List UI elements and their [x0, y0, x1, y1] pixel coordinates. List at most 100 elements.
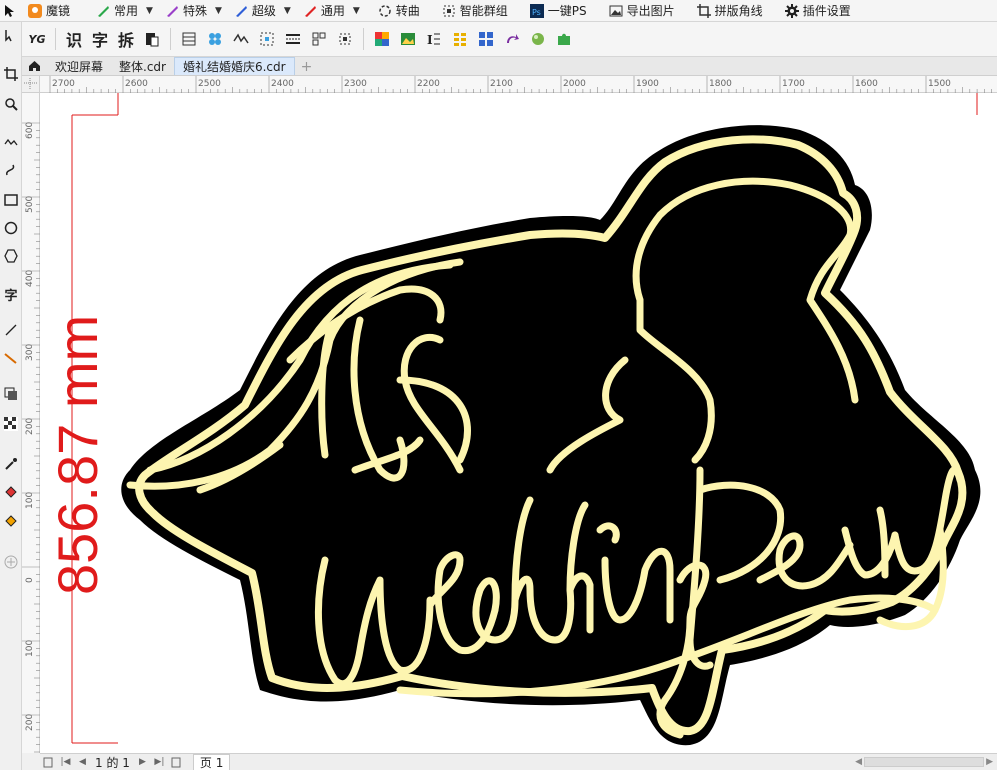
- ellipse-tool[interactable]: [0, 218, 22, 238]
- tab-label: 欢迎屏幕: [55, 59, 104, 74]
- dimension-tool[interactable]: [0, 320, 22, 340]
- shadow-icon: [4, 387, 17, 400]
- shadow-tool[interactable]: [0, 384, 22, 404]
- sphere-button[interactable]: [527, 27, 549, 51]
- table-button[interactable]: [178, 27, 200, 51]
- add-tab-button[interactable]: +: [295, 59, 319, 75]
- ruler-label: 1800: [709, 79, 732, 89]
- interactive-fill-tool[interactable]: [0, 510, 22, 530]
- fill-tool[interactable]: [0, 482, 22, 502]
- add-tool-button[interactable]: [0, 552, 22, 572]
- plugin-special[interactable]: 特殊 ▼: [159, 0, 228, 22]
- polygon-tool[interactable]: [0, 246, 22, 266]
- bounding-box-button[interactable]: [334, 27, 356, 51]
- select-arrow-button[interactable]: [0, 0, 22, 22]
- plugin-bar: 魔镜 常用 ▼ 特殊 ▼ 超级 ▼ 通用 ▼ 转曲 智能群组 Ps 一键PS 导…: [0, 0, 997, 22]
- shapes-icon: [479, 32, 493, 46]
- pattern-button[interactable]: [204, 27, 226, 51]
- plugin-label: 插件设置: [802, 4, 851, 18]
- add-page-before-button[interactable]: [42, 756, 55, 769]
- plugin-common[interactable]: 常用 ▼: [90, 0, 159, 22]
- toolbar-separator: [363, 28, 364, 50]
- last-page-button[interactable]: ▶|: [153, 756, 166, 769]
- artistic-media-tool[interactable]: [0, 160, 22, 180]
- crop-tool[interactable]: [0, 64, 22, 84]
- yg-label: YG: [28, 32, 46, 46]
- connector-tool[interactable]: [0, 348, 22, 368]
- tab-wedding[interactable]: 婚礼结婚婚庆6.cdr: [173, 57, 295, 75]
- color-swatch-button[interactable]: [371, 27, 393, 51]
- ruler-label: 500: [25, 196, 35, 213]
- ruler-label: 1700: [782, 79, 805, 89]
- home-tab[interactable]: [22, 57, 47, 75]
- plugin-general[interactable]: 通用 ▼: [297, 0, 366, 22]
- transparency-tool[interactable]: [0, 414, 22, 434]
- ruler-label: 300: [25, 344, 35, 361]
- page-tab[interactable]: 页 1: [192, 754, 231, 770]
- vertical-ruler[interactable]: 600 500 400 300 200 100 0 100 200: [22, 93, 40, 753]
- tab-label: 整体.cdr: [119, 59, 166, 74]
- add-page-icon: [43, 757, 53, 767]
- red-pen-icon: [304, 5, 316, 17]
- split-button[interactable]: 拆: [115, 27, 137, 51]
- next-page-button[interactable]: ▶: [136, 756, 149, 769]
- sphere-icon: [532, 33, 544, 45]
- plugin-one-key-ps[interactable]: Ps 一键PS: [524, 0, 593, 22]
- tab-whole[interactable]: 整体.cdr: [111, 57, 174, 75]
- plugin-export-image[interactable]: 导出图片: [603, 0, 681, 22]
- grid-button[interactable]: [449, 27, 471, 51]
- h-scrollbar[interactable]: ◀ ▶: [855, 757, 997, 767]
- pick-tool[interactable]: [0, 26, 22, 46]
- redo-button[interactable]: [501, 27, 523, 51]
- artwork[interactable]: 856.87 mm: [40, 93, 997, 753]
- home-icon: [29, 61, 40, 71]
- shapes-button[interactable]: [475, 27, 497, 51]
- text-tool[interactable]: 字: [0, 284, 22, 304]
- text-frame-button[interactable]: I: [423, 27, 445, 51]
- plugin-super[interactable]: 超级 ▼: [228, 0, 297, 22]
- puzzle-button[interactable]: [553, 27, 575, 51]
- chevron-down-icon[interactable]: ▼: [215, 6, 222, 16]
- tab-welcome[interactable]: 欢迎屏幕: [47, 57, 111, 75]
- freehand-tool[interactable]: [0, 132, 22, 152]
- plugin-label: 特殊: [182, 4, 207, 18]
- rectangle-tool[interactable]: [0, 190, 22, 210]
- gear-icon: [784, 3, 799, 18]
- secondary-toolbar: YG 识 字 拆 I: [0, 22, 997, 57]
- text-button[interactable]: 字: [89, 27, 111, 51]
- plugin-label: 拼版角线: [714, 4, 763, 18]
- chevron-down-icon[interactable]: ▼: [146, 6, 153, 16]
- plugin-settings[interactable]: 插件设置: [779, 0, 857, 22]
- image-button[interactable]: [397, 27, 419, 51]
- puzzle-icon: [558, 33, 570, 45]
- ruler-corner[interactable]: [22, 76, 40, 93]
- plugin-label: 超级: [251, 4, 276, 18]
- chevron-down-icon[interactable]: ▼: [353, 6, 360, 16]
- last-page-icon: ▶|: [154, 757, 165, 767]
- silhouette-outline: [121, 125, 981, 746]
- yg-button[interactable]: YG: [26, 27, 48, 51]
- eyedropper-tool[interactable]: [0, 454, 22, 474]
- plugin-convert-curve[interactable]: 转曲: [372, 0, 426, 22]
- ruler-label: 400: [25, 270, 35, 287]
- arrange-button[interactable]: [308, 27, 330, 51]
- add-page-after-button[interactable]: [170, 756, 183, 769]
- horizontal-ruler[interactable]: 2700 2600 2500 2400 2300 2200 2100 2000 1900 1800…: [40, 76, 997, 93]
- zoom-tool[interactable]: [0, 94, 22, 114]
- freehand-button[interactable]: [230, 27, 252, 51]
- first-page-button[interactable]: |◀: [59, 756, 72, 769]
- chevron-down-icon[interactable]: ▼: [284, 6, 291, 16]
- plugin-magic-mirror[interactable]: 魔镜: [22, 0, 76, 22]
- add-tab-label: +: [300, 59, 313, 75]
- plugin-smart-group[interactable]: 智能群组: [436, 0, 514, 22]
- lines-button[interactable]: [282, 27, 304, 51]
- node-select-button[interactable]: [256, 27, 278, 51]
- prev-page-button[interactable]: ◀: [76, 756, 89, 769]
- drawing-canvas[interactable]: 856.87 mm: [40, 93, 997, 753]
- paste-button[interactable]: [141, 27, 163, 51]
- plugin-crop-marks[interactable]: 拼版角线: [691, 0, 769, 22]
- scroll-track[interactable]: [864, 757, 985, 767]
- recognize-button[interactable]: 识: [63, 27, 85, 51]
- scroll-left-icon[interactable]: ◀: [855, 757, 862, 767]
- scroll-right-icon[interactable]: ▶: [986, 757, 993, 767]
